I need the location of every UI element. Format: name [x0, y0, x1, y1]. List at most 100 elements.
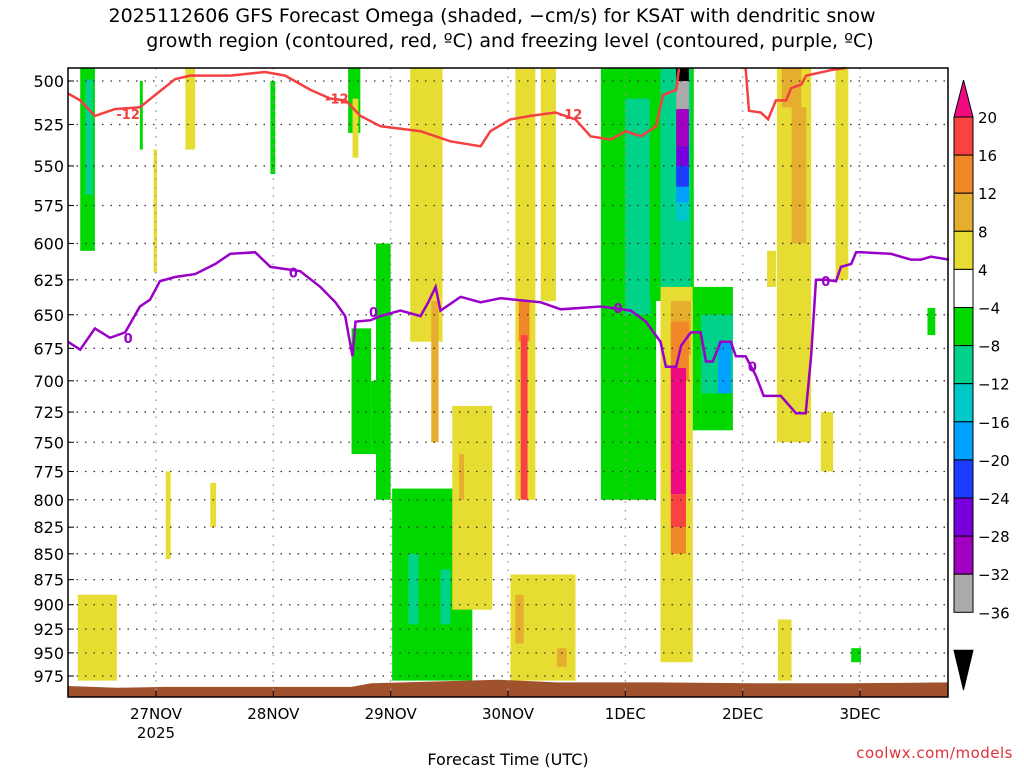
freezing-contour-label: 0 — [821, 275, 830, 290]
colorbar-label: 4 — [978, 261, 988, 279]
colorbar-label: −12 — [978, 376, 1010, 394]
y-tick-label: 850 — [33, 545, 64, 564]
y-tick-label: 650 — [33, 306, 64, 325]
x-tick-label: 27NOV — [130, 705, 183, 723]
freezing-contour-label: 0 — [124, 332, 133, 347]
colorbar-swatch — [953, 192, 974, 232]
omega-shaded-cell — [540, 68, 556, 301]
omega-shaded-cell — [371, 380, 376, 455]
omega-shaded-cell — [777, 619, 792, 681]
omega-shaded-cell — [820, 412, 834, 472]
chart-title-line2: growth region (contoured, red, ºC) and f… — [146, 30, 873, 52]
y-tick-label: 600 — [33, 234, 64, 253]
omega-shaded-cell — [376, 243, 391, 500]
colorbar: 20 16 12 8 4 −4 −8 −12 −16 −20 −24 −28 −32 −36 — [953, 79, 1010, 691]
omega-shaded-cell — [165, 471, 171, 560]
y-tick-label: 550 — [33, 157, 64, 176]
colorbar-label: −16 — [978, 414, 1010, 432]
omega-shaded-cell — [440, 569, 451, 625]
x-tick-year-label: 2025 — [137, 724, 175, 742]
colorbar-swatch — [953, 459, 974, 499]
colorbar-label: −28 — [978, 528, 1010, 546]
colorbar-swatch — [953, 230, 974, 270]
freezing-contour-label: 0 — [748, 361, 757, 376]
y-tick-label: 725 — [33, 403, 64, 422]
y-tick-label: 500 — [33, 72, 64, 91]
colorbar-swatch — [953, 535, 974, 575]
omega-shaded-cell — [676, 81, 689, 110]
omega-shaded-cell — [835, 68, 849, 280]
omega-shaded-cell — [676, 202, 689, 221]
freezing-contour-label: 0 — [613, 302, 622, 317]
x-tick-label: 1DEC — [605, 705, 646, 723]
colorbar-label: −4 — [978, 300, 1000, 318]
x-axis: 27NOV2025 28NOV 29NOV 30NOV 1DEC 2DEC 3DEC — [130, 691, 881, 742]
y-tick-label: 750 — [33, 433, 64, 452]
x-tick-label: 29NOV — [365, 705, 418, 723]
x-tick-label: 28NOV — [247, 705, 300, 723]
y-tick-label: 625 — [33, 271, 64, 290]
omega-shaded-cell — [556, 648, 567, 667]
colorbar-swatch — [953, 345, 974, 385]
colorbar-label: 8 — [978, 223, 988, 241]
dgz-contour-label: -12 — [325, 93, 349, 108]
contours: -12 -12 -12 0 0 0 0 0 0 — [67, 66, 950, 415]
y-tick-label: 775 — [33, 462, 64, 481]
y-tick-label: 875 — [33, 571, 64, 590]
omega-shaded-cell — [767, 250, 776, 287]
omega-time-height-chart: 2025112606 GFS Forecast Omega (shaded, −… — [33, 5, 1013, 769]
omega-shaded-cell — [670, 527, 686, 554]
omega-shaded-cell — [676, 146, 689, 166]
omega-shaded-cell — [408, 553, 419, 625]
colorbar-label: −24 — [978, 490, 1010, 508]
omega-shaded-cell — [791, 107, 807, 244]
omega-shading — [77, 68, 936, 681]
dgz-minus12-contour-line — [67, 67, 681, 148]
dgz-contour-label: -12 — [559, 108, 583, 123]
colorbar-top-triangle — [953, 79, 974, 118]
omega-shaded-cell — [185, 68, 196, 150]
colorbar-label: −32 — [978, 566, 1010, 584]
omega-shaded-cell — [718, 341, 731, 394]
colorbar-swatch — [953, 154, 974, 194]
x-tick-label: 2DEC — [722, 705, 763, 723]
colorbar-swatch — [953, 268, 974, 308]
omega-shaded-cell — [431, 300, 439, 443]
colorbar-swatch — [953, 383, 974, 423]
omega-shaded-cell — [452, 405, 493, 610]
colorbar-bottom-triangle — [953, 649, 974, 691]
gridlines — [68, 68, 948, 697]
chart-title-line1: 2025112606 GFS Forecast Omega (shaded, −… — [108, 5, 875, 27]
omega-shaded-cell — [520, 335, 528, 500]
omega-shaded-cell — [210, 482, 217, 528]
omega-shaded-cell — [927, 307, 936, 336]
x-tick-label: 3DEC — [839, 705, 880, 723]
y-tick-label: 925 — [33, 620, 64, 639]
omega-shaded-cell — [153, 149, 157, 273]
colorbar-label: 12 — [978, 185, 997, 203]
y-tick-label: 825 — [33, 518, 64, 537]
colorbar-label: 20 — [978, 109, 997, 127]
colorbar-label: −8 — [978, 338, 1000, 356]
y-tick-label: 575 — [33, 197, 64, 216]
omega-shaded-cell — [670, 494, 686, 528]
y-tick-label: 975 — [33, 667, 64, 686]
y-tick-label: 800 — [33, 491, 64, 510]
dgz-contour-label: -12 — [116, 108, 140, 123]
freezing-contour-label: 0 — [369, 306, 378, 321]
credit-text: coolwx.com/models — [856, 744, 1013, 762]
omega-shaded-cell — [139, 81, 143, 150]
omega-shaded-cell — [459, 454, 464, 500]
omega-shaded-cell — [676, 109, 689, 147]
colorbar-swatch — [953, 573, 974, 613]
colorbar-swatch — [953, 116, 974, 156]
colorbar-swatch — [953, 307, 974, 347]
y-tick-label: 950 — [33, 644, 64, 663]
omega-shaded-cell — [77, 594, 117, 681]
freezing-contour-label: 0 — [289, 267, 298, 282]
y-tick-label: 525 — [33, 115, 64, 134]
colorbar-swatch — [953, 497, 974, 537]
colorbar-swatch — [953, 421, 974, 461]
omega-shaded-cell — [676, 165, 689, 187]
y-tick-label: 700 — [33, 372, 64, 391]
